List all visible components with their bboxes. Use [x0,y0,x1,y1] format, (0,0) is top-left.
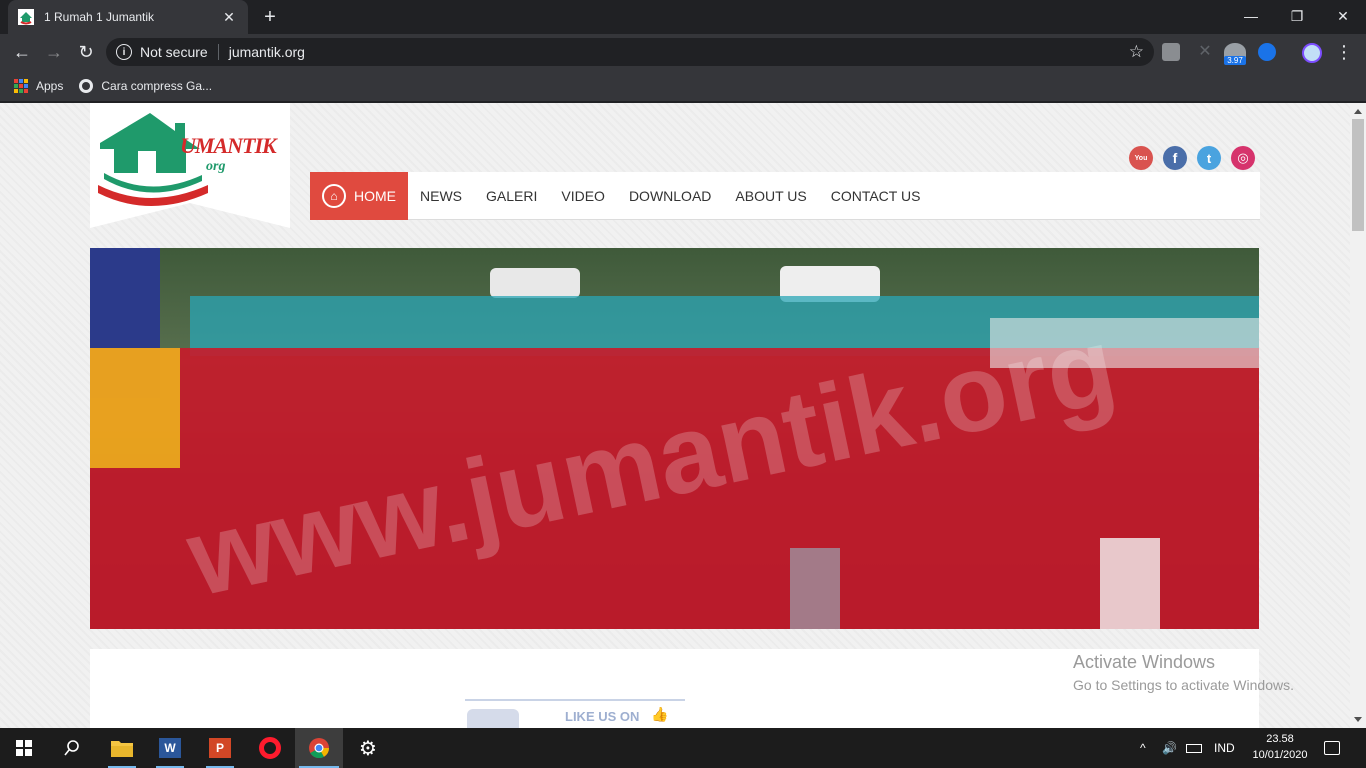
site-favicon-icon [18,9,34,25]
scroll-thumb[interactable] [1352,119,1364,231]
apps-grid-icon [14,78,28,93]
taskbar-file-explorer[interactable] [98,728,146,768]
close-window-button[interactable]: ✕ [1320,0,1366,32]
chevron-up-icon: ^ [1140,741,1146,755]
taskbar-word[interactable]: W [146,728,194,768]
security-status: Not secure [140,44,208,60]
windows-logo-icon [16,740,32,756]
site-logo[interactable]: UMANTIK org [90,103,290,228]
word-icon: W [159,738,181,758]
profile-avatar[interactable] [1302,43,1322,63]
content-panel: LIKE US ON 👍 [90,649,1259,728]
facebook-widget-icon [467,709,519,728]
nav-home[interactable]: ⌂ HOME [310,171,408,220]
scroll-down-icon[interactable] [1354,717,1362,722]
battery-icon [1186,743,1202,753]
extension-badge: 3.97 [1224,56,1246,65]
scroll-up-icon[interactable] [1354,109,1362,114]
page-scrollbar[interactable] [1350,103,1366,728]
main-nav: ⌂ HOME NEWS GALERI VIDEO DOWNLOAD ABOUT … [310,171,1260,220]
volume-button[interactable]: 🔊 [1162,728,1177,768]
thumbs-up-icon: 👍 [651,706,669,722]
bookmark-label: Cara compress Ga... [101,78,213,93]
nav-galeri[interactable]: GALERI [474,188,549,204]
facebook-like-widget[interactable]: LIKE US ON 👍 [465,699,685,728]
logo-sub-text: org [206,159,226,174]
globe-icon [79,78,94,93]
twitter-icon[interactable]: t [1197,146,1221,170]
forward-button[interactable]: → [40,38,68,66]
reload-button[interactable]: ↻ [72,38,100,66]
page-viewport: UMANTIK org You f t ◎ ⌂ HOME NEWS GALERI… [0,103,1350,728]
taskbar-clock[interactable]: 23.58 10/01/2020 [1240,731,1320,763]
extension-puzzle-icon[interactable] [1162,43,1180,61]
opera-icon [259,737,281,759]
clock-time: 23.58 [1266,733,1294,745]
nav-video[interactable]: VIDEO [549,188,617,204]
taskbar-settings[interactable]: ⚙ [344,728,392,768]
taskbar-chrome[interactable] [295,728,343,768]
browser-tab[interactable]: 1 Rumah 1 Jumantik ✕ [8,0,248,34]
taskbar-powerpoint[interactable]: P [196,728,244,768]
browser-toolbar: ← → ↻ i Not secure jumantik.org ☆ ✕ 3.97… [0,34,1366,70]
notification-icon [1324,741,1340,755]
minimize-button[interactable]: — [1228,0,1274,32]
tray-overflow[interactable]: ^ [1140,728,1146,768]
like-us-label: LIKE US ON [565,709,640,724]
chrome-icon [309,738,330,759]
extension-speed-icon[interactable]: 3.97 [1224,43,1246,65]
extension-search-icon[interactable] [1258,43,1276,61]
omnibox-divider [217,44,219,60]
url-text[interactable]: jumantik.org [229,44,1129,60]
bookmark-label: Apps [36,78,64,93]
clock-date: 10/01/2020 [1252,749,1308,761]
language-label: IND [1214,741,1235,755]
bookmark-cara-compress[interactable]: Cara compress Ga... [79,78,213,93]
restore-button[interactable]: ❐ [1274,0,1320,32]
tab-title: 1 Rumah 1 Jumantik [44,10,155,24]
hero-photo: www.jumantik.org [90,248,1259,629]
windows-taskbar: W P ⚙ ^ 🔊 IND 23.58 10/01/2020 [0,728,1366,768]
folder-icon [111,741,133,757]
home-icon: ⌂ [322,183,346,208]
taskbar-opera[interactable] [246,728,294,768]
back-button[interactable]: ← [8,38,36,66]
start-button[interactable] [0,728,48,768]
address-bar[interactable]: i Not secure jumantik.org ☆ [106,38,1154,66]
bookmarks-bar: Apps Cara compress Ga... [0,70,1366,102]
nav-download[interactable]: DOWNLOAD [617,188,723,204]
info-icon[interactable]: i [116,44,132,60]
search-icon [64,740,79,756]
tab-strip: 1 Rumah 1 Jumantik ✕ + — ❐ ✕ [0,0,1366,34]
nav-about-us[interactable]: ABOUT US [723,188,818,204]
nav-news[interactable]: NEWS [408,188,474,204]
nav-home-label: HOME [354,187,396,204]
bookmark-star-icon[interactable]: ☆ [1129,42,1144,62]
youtube-icon[interactable]: You [1129,146,1153,170]
instagram-icon[interactable]: ◎ [1231,146,1255,170]
language-indicator[interactable]: IND [1214,728,1235,768]
chrome-menu-icon[interactable]: ⋮ [1330,38,1358,66]
tab-close-icon[interactable]: ✕ [220,9,238,26]
gear-icon: ⚙ [359,737,377,760]
volume-icon: 🔊 [1162,741,1177,755]
logo-text: UMANTIK [180,133,277,158]
facebook-icon[interactable]: f [1163,146,1187,170]
powerpoint-icon: P [209,738,231,758]
battery-button[interactable] [1186,728,1202,768]
nav-contact-us[interactable]: CONTACT US [819,188,933,204]
extension-x-icon[interactable]: ✕ [1196,43,1214,61]
search-button[interactable] [48,728,96,768]
new-tab-button[interactable]: + [258,6,282,30]
bookmark-apps[interactable]: Apps [14,78,64,93]
action-center-button[interactable] [1324,728,1340,768]
